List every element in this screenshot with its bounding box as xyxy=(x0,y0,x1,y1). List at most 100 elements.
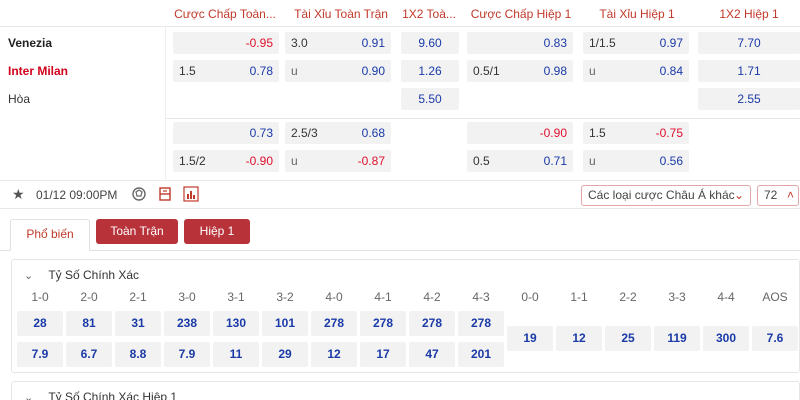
under-label: u xyxy=(291,64,298,78)
header-ah-half1: Cược Chấp Hiệp 1 xyxy=(470,7,572,21)
tab-half-1[interactable]: Hiệp 1 xyxy=(184,219,250,244)
odds-cell-1x2-ft-home[interactable]: 9.60 xyxy=(401,32,459,54)
group-divider xyxy=(166,118,800,119)
markets-count: 72 xyxy=(764,188,778,202)
odds-value: -0.87 xyxy=(357,154,385,168)
score-odds-away[interactable]: 29 xyxy=(262,342,308,367)
score-odds-away[interactable]: 7.9 xyxy=(17,342,63,367)
chevron-up-icon: ˄ xyxy=(786,188,794,202)
odds-cell-ah-h1-home[interactable]: 0.83 xyxy=(467,32,573,54)
score-odds-home[interactable]: 130 xyxy=(213,311,259,336)
odds-cell-ou-h1-under[interactable]: u 0.84 xyxy=(583,60,689,82)
odds-cell-1x2-h1-home[interactable]: 7.70 xyxy=(698,32,800,54)
header-1x2-fulltime: 1X2 Toà... xyxy=(402,7,456,21)
score-odds-away[interactable]: 201 xyxy=(458,342,504,367)
score-odds-away[interactable]: 6.7 xyxy=(66,342,112,367)
odds-cell-ou-ft-over[interactable]: 3.0 0.91 xyxy=(285,32,391,54)
score-odds-draw[interactable]: 12 xyxy=(556,326,602,351)
correct-score-h1-title: Tỷ Số Chính Xác Hiệp 1 xyxy=(48,390,178,400)
odds-cell-ou-h1-under-alt[interactable]: u 0.56 xyxy=(583,150,689,172)
score-odds-home[interactable]: 278 xyxy=(458,311,504,336)
score-odds-away[interactable]: 7.9 xyxy=(164,342,210,367)
correct-score-section: ⌄ Tỷ Số Chính Xác 1-0 2-0 2-1 3-0 3-1 3-… xyxy=(11,259,800,373)
score-label: 4-2 xyxy=(423,290,441,304)
odds-cell-ou-ft-over-alt[interactable]: 2.5/3 0.68 xyxy=(285,122,391,144)
score-label: 2-1 xyxy=(129,290,147,304)
correct-score-h1-section: ⌄ Tỷ Số Chính Xác Hiệp 1 xyxy=(11,381,800,400)
handicap-line: 1.5/2 xyxy=(179,154,206,168)
score-odds-away[interactable]: 8.8 xyxy=(115,342,161,367)
odds-value: 0.91 xyxy=(361,36,385,50)
score-label: 0-0 xyxy=(521,290,539,304)
odds-value: 1.71 xyxy=(737,64,761,78)
score-odds-home[interactable]: 278 xyxy=(311,311,357,336)
match-datetime: 01/12 09:00PM xyxy=(36,188,118,202)
odds-cell-ou-ft-under[interactable]: u 0.90 xyxy=(285,60,391,82)
correct-score-title: Tỷ Số Chính Xác xyxy=(48,268,140,282)
correct-score-header[interactable]: ⌄ Tỷ Số Chính Xác xyxy=(24,268,139,282)
odds-cell-1x2-h1-draw[interactable]: 2.55 xyxy=(698,88,800,110)
score-label: 4-1 xyxy=(374,290,392,304)
score-odds-draw[interactable]: 119 xyxy=(654,326,700,351)
odds-cell-ou-ft-under-alt[interactable]: u -0.87 xyxy=(285,150,391,172)
star-icon[interactable]: ★ xyxy=(12,186,25,203)
score-label: 3-1 xyxy=(227,290,245,304)
draw-label: Hòa xyxy=(8,92,31,106)
score-odds-home[interactable]: 31 xyxy=(115,311,161,336)
correct-score-h1-header[interactable]: ⌄ Tỷ Số Chính Xác Hiệp 1 xyxy=(24,390,177,400)
score-odds-home[interactable]: 28 xyxy=(17,311,63,336)
odds-cell-ah-ft-away[interactable]: 1.5 0.78 xyxy=(173,60,279,82)
score-label: AOS xyxy=(762,290,788,304)
score-odds-home[interactable]: 278 xyxy=(409,311,455,336)
score-odds-draw[interactable]: 19 xyxy=(507,326,553,351)
odds-value: 0.90 xyxy=(361,64,385,78)
odds-value: 1.26 xyxy=(418,64,442,78)
header-1x2-half1: 1X2 Hiệp 1 xyxy=(719,7,779,21)
odds-cell-ah-h1-away-alt[interactable]: 0.5 0.71 xyxy=(467,150,573,172)
home-team-name[interactable]: Venezia xyxy=(8,36,52,50)
odds-cell-ah-h1-away[interactable]: 0.5/1 0.98 xyxy=(467,60,573,82)
score-odds-draw[interactable]: 300 xyxy=(703,326,749,351)
stats-shield-icon[interactable] xyxy=(131,186,147,202)
header-ou-half1: Tài Xỉu Hiệp 1 xyxy=(599,7,675,21)
score-odds-home[interactable]: 238 xyxy=(164,311,210,336)
other-asian-bets-dropdown[interactable]: Các loại cược Châu Á khác ⌄ xyxy=(581,185,751,206)
markets-count-toggle[interactable]: 72 ˄ xyxy=(757,185,799,206)
tab-full-match[interactable]: Toàn Trận xyxy=(96,219,178,244)
odds-cell-ah-ft-home[interactable]: -0.95 xyxy=(173,32,279,54)
under-label: u xyxy=(291,154,298,168)
score-odds-home[interactable]: 81 xyxy=(66,311,112,336)
odds-value: 0.68 xyxy=(361,126,385,140)
score-label: 2-2 xyxy=(619,290,637,304)
bar-chart-icon[interactable] xyxy=(183,186,199,202)
odds-value: -0.95 xyxy=(245,36,273,50)
score-label: 4-4 xyxy=(717,290,735,304)
tab-popular[interactable]: Phổ biến xyxy=(10,219,90,251)
odds-value: 0.78 xyxy=(249,64,273,78)
teams-column: Venezia Inter Milan Hòa xyxy=(0,27,166,179)
away-team-name[interactable]: Inter Milan xyxy=(8,64,68,78)
odds-cell-ou-h1-over-alt[interactable]: 1.5 -0.75 xyxy=(583,122,689,144)
score-odds-away[interactable]: 17 xyxy=(360,342,406,367)
score-odds-away[interactable]: 12 xyxy=(311,342,357,367)
odds-cell-ou-h1-over[interactable]: 1/1.5 0.97 xyxy=(583,32,689,54)
header-ou-fulltime: Tài Xỉu Toàn Trận xyxy=(294,7,388,21)
score-odds-draw[interactable]: 25 xyxy=(605,326,651,351)
odds-cell-1x2-ft-away[interactable]: 1.26 xyxy=(401,60,459,82)
odds-value: 5.50 xyxy=(418,92,442,106)
score-label: 1-0 xyxy=(31,290,49,304)
odds-cell-ah-ft-home-alt[interactable]: 0.73 xyxy=(173,122,279,144)
odds-cell-ah-h1-home-alt[interactable]: -0.90 xyxy=(467,122,573,144)
odds-cell-1x2-ft-draw[interactable]: 5.50 xyxy=(401,88,459,110)
odds-cell-ah-ft-away-alt[interactable]: 1.5/2 -0.90 xyxy=(173,150,279,172)
score-odds-home[interactable]: 101 xyxy=(262,311,308,336)
odds-cell-1x2-h1-away[interactable]: 1.71 xyxy=(698,60,800,82)
header-ah-fulltime: Cược Chấp Toàn... xyxy=(174,7,276,21)
score-odds-away[interactable]: 47 xyxy=(409,342,455,367)
under-label: u xyxy=(589,64,596,78)
lineup-icon[interactable] xyxy=(157,186,173,202)
score-odds-away[interactable]: 11 xyxy=(213,342,259,367)
score-odds-aos[interactable]: 7.6 xyxy=(752,326,798,351)
score-odds-home[interactable]: 278 xyxy=(360,311,406,336)
total-line: 1.5 xyxy=(589,126,606,140)
